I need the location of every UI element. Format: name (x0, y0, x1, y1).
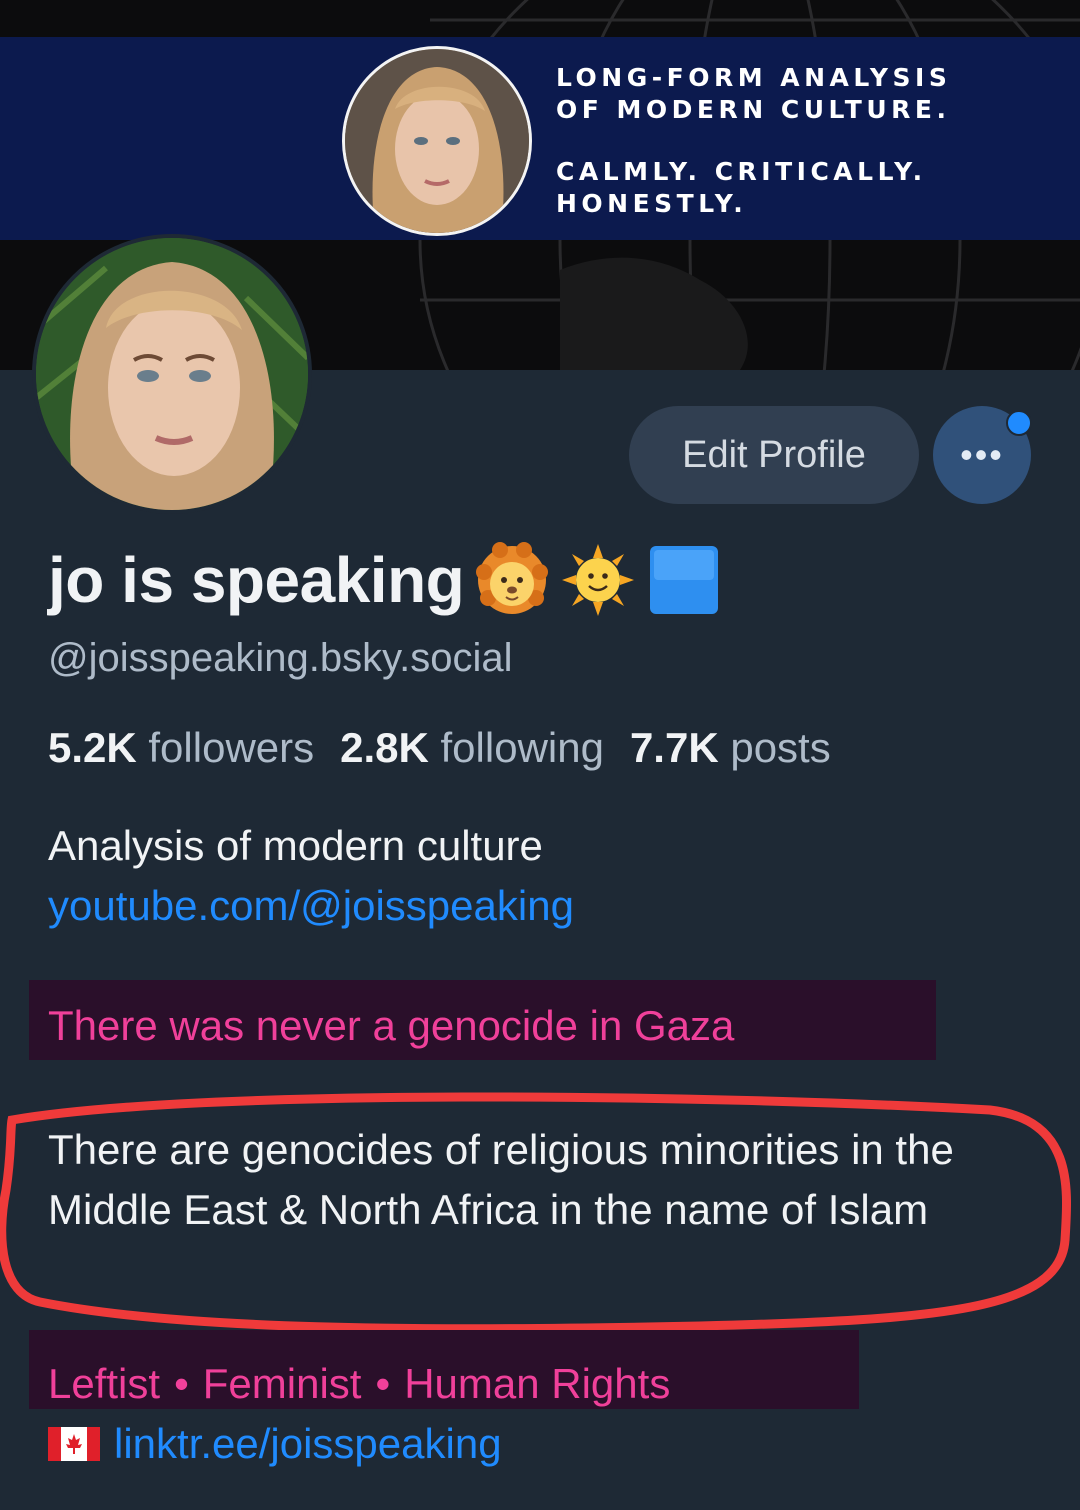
bio-paragraph: There are genocides of religious minorit… (48, 1126, 954, 1233)
lion-face-emoji (476, 542, 549, 614)
edit-profile-button[interactable]: Edit Profile (629, 406, 919, 504)
tag: Human Rights (404, 1360, 671, 1407)
highlighted-bio-text: There was never a genocide in Gaza (48, 1002, 735, 1049)
followers-stat[interactable]: 5.2K followers (48, 724, 314, 771)
tag-separator: • (174, 1360, 189, 1407)
avatar[interactable] (32, 234, 312, 514)
banner-tagline: LONG-FORM ANALYSIS OF MODERN CULTURE. CA… (556, 62, 1016, 220)
display-name: jo is speaking (48, 540, 722, 620)
ellipsis-icon: ••• (960, 434, 1004, 475)
notification-dot (1006, 410, 1032, 436)
tagline-line: CALMLY. CRITICALLY. (556, 157, 927, 186)
banner-portrait (342, 46, 532, 236)
tagline-line: OF MODERN CULTURE. (556, 95, 951, 124)
sun-with-face-emoji (562, 544, 635, 616)
linktree-row: linktr.ee/joisspeaking (48, 1420, 502, 1468)
display-name-text: jo is speaking (48, 544, 465, 616)
profile-stats: 5.2K followers 2.8K following 7.7K posts (48, 724, 831, 772)
bio-line: Analysis of modern culture (48, 822, 543, 869)
linktree-link[interactable]: linktr.ee/joisspeaking (114, 1420, 502, 1468)
handle: @joisspeaking.bsky.social (48, 636, 513, 680)
tag: Feminist (202, 1360, 362, 1407)
blue-square-emoji (650, 546, 719, 614)
tag-separator: • (375, 1360, 391, 1407)
youtube-link[interactable]: youtube.com/@joisspeaking (48, 882, 574, 930)
tag: Leftist (48, 1360, 161, 1407)
tagline-line: LONG-FORM ANALYSIS (556, 63, 952, 92)
tagline-line: HONESTLY. (556, 189, 748, 218)
posts-stat: 7.7K posts (629, 724, 831, 771)
following-stat[interactable]: 2.8K following (340, 724, 604, 771)
bio-tags: Leftist • Feminist • Human Rights (48, 1360, 670, 1408)
canada-flag-icon (48, 1427, 100, 1461)
